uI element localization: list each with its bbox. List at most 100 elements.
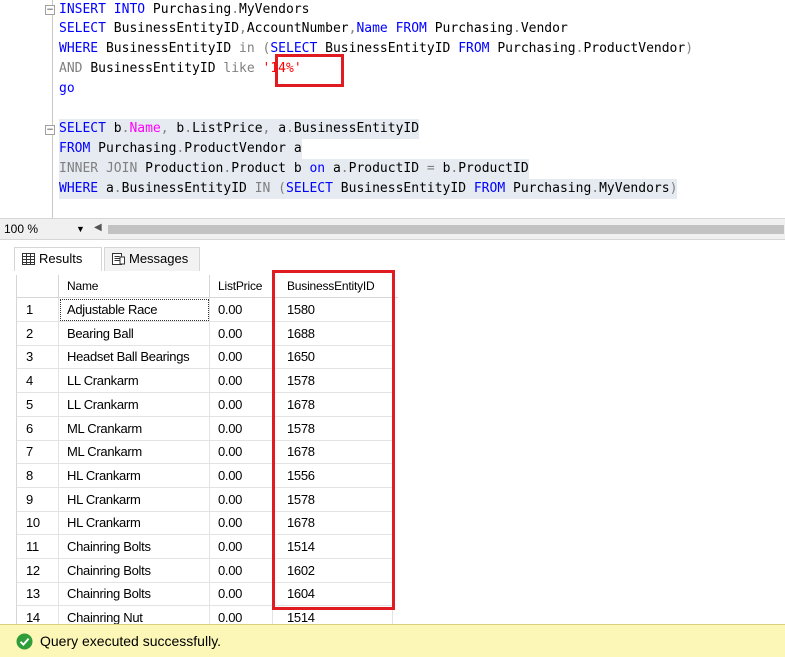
row-number-cell[interactable]: 2	[17, 321, 59, 346]
code-line[interactable]: SELECT BusinessEntityID,AccountNumber,Na…	[59, 19, 568, 39]
row-number-cell[interactable]: 9	[17, 487, 59, 512]
fold-toggle-2[interactable]: −	[45, 125, 55, 135]
code-line[interactable]: FROM Purchasing.ProductVendor a	[59, 139, 302, 159]
header-name[interactable]: Name	[59, 275, 210, 298]
businessentityid-cell[interactable]: 1514	[273, 535, 393, 559]
row-number-cell[interactable]: 4	[17, 369, 59, 394]
listprice-cell[interactable]: 0.00	[210, 345, 273, 370]
listprice-cell[interactable]: 0.00	[210, 535, 273, 559]
row-number-cell[interactable]: 11	[17, 535, 59, 559]
businessentityid-cell[interactable]: 1556	[273, 463, 393, 488]
listprice-cell[interactable]: 0.00	[210, 511, 273, 536]
businessentityid-cell[interactable]: 1678	[273, 511, 393, 536]
table-row[interactable]: 7 ML Crankarm 0.00 1678	[17, 440, 398, 465]
table-row[interactable]: 1 Adjustable Race 0.00 1580	[17, 298, 398, 322]
listprice-cell[interactable]: 0.00	[210, 298, 273, 322]
row-number-cell[interactable]: 5	[17, 392, 59, 417]
name-cell[interactable]: HL Crankarm	[59, 487, 210, 512]
tab-results[interactable]: Results	[14, 247, 102, 271]
listprice-cell[interactable]: 0.00	[210, 321, 273, 346]
businessentityid-cell[interactable]: 1688	[273, 321, 393, 346]
code-line[interactable]: WHERE a.BusinessEntityID IN (SELECT Busi…	[59, 179, 678, 199]
row-number-cell[interactable]: 3	[17, 345, 59, 370]
table-row[interactable]: 13 Chainring Bolts 0.00 1604	[17, 582, 398, 607]
table-row[interactable]: 4 LL Crankarm 0.00 1578	[17, 369, 398, 394]
horizontal-scrollbar-thumb[interactable]	[108, 225, 784, 234]
results-grid[interactable]: Name ListPrice BusinessEntityID 1 Adjusta…	[16, 275, 398, 625]
listprice-cell[interactable]: 0.00	[210, 582, 273, 607]
row-number-cell[interactable]: 6	[17, 416, 59, 441]
header-businessentityid[interactable]: BusinessEntityID	[273, 275, 393, 298]
listprice-cell[interactable]: 0.00	[210, 606, 273, 625]
name-cell[interactable]: Headset Ball Bearings	[59, 345, 210, 370]
row-number-cell[interactable]: 7	[17, 440, 59, 465]
listprice-cell[interactable]: 0.00	[210, 392, 273, 417]
row-number-cell[interactable]: 8	[17, 463, 59, 488]
name-cell[interactable]: HL Crankarm	[59, 511, 210, 536]
table-row[interactable]: 10 HL Crankarm 0.00 1678	[17, 511, 398, 536]
listprice-cell[interactable]: 0.00	[210, 440, 273, 465]
name-cell[interactable]: Adjustable Race	[59, 298, 210, 322]
table-row[interactable]: 5 LL Crankarm 0.00 1678	[17, 392, 398, 417]
code-line[interactable]: WHERE BusinessEntityID in (SELECT Busine…	[59, 39, 693, 59]
row-number-cell[interactable]: 14	[17, 606, 59, 625]
businessentityid-cell[interactable]: 1678	[273, 392, 393, 417]
code-line[interactable]: go	[59, 79, 75, 99]
table-row[interactable]: 12 Chainring Bolts 0.00 1602	[17, 558, 398, 583]
row-number-cell[interactable]: 10	[17, 511, 59, 536]
businessentityid-cell[interactable]: 1578	[273, 369, 393, 394]
table-row[interactable]: 11 Chainring Bolts 0.00 1514	[17, 535, 398, 559]
code-token: AND	[59, 61, 91, 76]
code-token: MyVendors	[599, 181, 670, 196]
tab-messages[interactable]: Messages	[104, 247, 200, 271]
businessentityid-cell[interactable]: 1578	[273, 487, 393, 512]
code-token: ProductVendor	[184, 141, 294, 156]
name-cell[interactable]: Chainring Bolts	[59, 558, 210, 583]
name-cell[interactable]: Chainring Bolts	[59, 582, 210, 607]
name-cell[interactable]: Bearing Ball	[59, 321, 210, 346]
name-cell[interactable]: ML Crankarm	[59, 440, 210, 465]
name-cell[interactable]: HL Crankarm	[59, 463, 210, 488]
businessentityid-cell[interactable]: 1514	[273, 606, 393, 625]
name-cell[interactable]: Chainring Nut	[59, 606, 210, 625]
listprice-cell[interactable]: 0.00	[210, 369, 273, 394]
code-token: ,	[239, 21, 247, 36]
businessentityid-cell[interactable]: 1604	[273, 582, 393, 607]
businessentityid-cell[interactable]: 1650	[273, 345, 393, 370]
name-cell[interactable]: Chainring Bolts	[59, 535, 210, 559]
code-line[interactable]: INSERT INTO Purchasing.MyVendors	[59, 0, 309, 20]
listprice-cell[interactable]: 0.00	[210, 416, 273, 441]
listprice-cell[interactable]: 0.00	[210, 487, 273, 512]
table-row[interactable]: 9 HL Crankarm 0.00 1578	[17, 487, 398, 512]
businessentityid-cell[interactable]: 1580	[273, 298, 393, 322]
name-cell[interactable]: LL Crankarm	[59, 392, 210, 417]
table-row[interactable]: 8 HL Crankarm 0.00 1556	[17, 463, 398, 488]
table-row[interactable]: 2 Bearing Ball 0.00 1688	[17, 321, 398, 346]
row-number-cell[interactable]: 13	[17, 582, 59, 607]
row-number-cell[interactable]: 1	[17, 298, 59, 322]
code-line[interactable]: AND BusinessEntityID like '14%'	[59, 59, 302, 79]
table-row[interactable]: 14 Chainring Nut 0.00 1514	[17, 606, 398, 625]
name-cell[interactable]: ML Crankarm	[59, 416, 210, 441]
row-number-cell[interactable]: 12	[17, 558, 59, 583]
fold-toggle-1[interactable]: −	[45, 5, 55, 15]
businessentityid-cell[interactable]: 1578	[273, 416, 393, 441]
zoom-select[interactable]: 100 % ▼	[2, 221, 90, 238]
name-cell[interactable]: LL Crankarm	[59, 369, 210, 394]
code-line[interactable]: SELECT b.Name, b.ListPrice, a.BusinessEn…	[59, 119, 420, 139]
code-line[interactable]: INNER JOIN Production.Product b on a.Pro…	[59, 159, 529, 179]
code-token: Vendor	[520, 21, 568, 36]
code-token: IN	[254, 181, 279, 196]
code-token: BusinessEntityID	[121, 181, 255, 196]
listprice-cell[interactable]: 0.00	[210, 558, 273, 583]
table-row[interactable]: 6 ML Crankarm 0.00 1578	[17, 416, 398, 441]
header-listprice[interactable]: ListPrice	[210, 275, 273, 298]
code-token: ListPrice	[192, 121, 263, 136]
code-token: BusinessEntityID	[293, 121, 420, 136]
sql-editor[interactable]: INSERT INTO Purchasing.MyVendors SELECT B…	[0, 0, 785, 218]
table-row[interactable]: 3 Headset Ball Bearings 0.00 1650	[17, 345, 398, 370]
businessentityid-cell[interactable]: 1602	[273, 558, 393, 583]
listprice-cell[interactable]: 0.00	[210, 463, 273, 488]
scroll-left-icon[interactable]: ◀	[94, 222, 102, 233]
businessentityid-cell[interactable]: 1678	[273, 440, 393, 465]
